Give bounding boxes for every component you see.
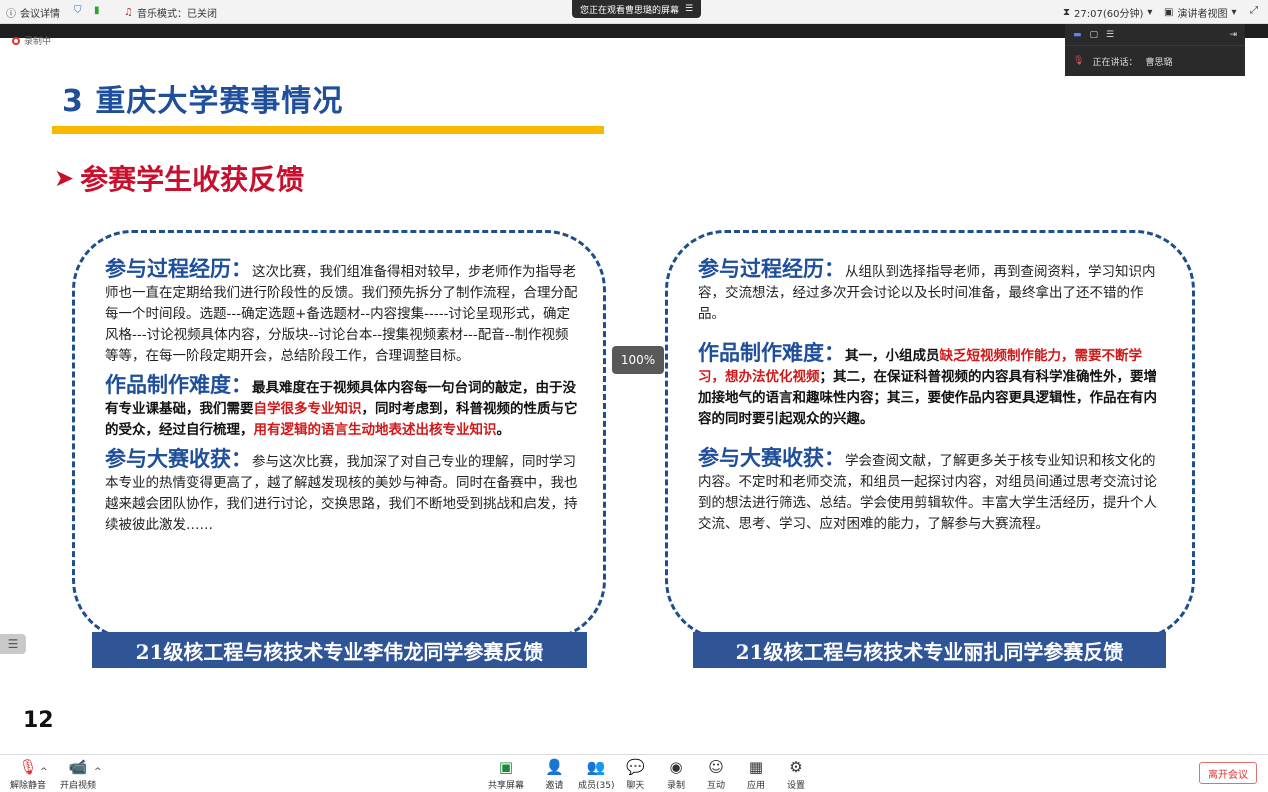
menu-icon: ☰ [685,4,694,14]
timer-label: 27:07(60分钟) [1074,9,1144,20]
left-difficulty-highlight-2: 用有逻辑的语言生动地表述出核专业知识 [253,422,497,438]
mic-off-icon: 🎙 [18,758,38,776]
video-label: 开启视频 [60,781,97,791]
share-screen-button[interactable]: ▣ 共享屏幕 [488,758,525,792]
left-feedback-card: 参与过程经历：这次比赛，我们组准备得相对较早，步老师作为指导老师也一直在定期给我… [72,230,606,640]
interact-button[interactable]: ☺ 互动 [707,758,726,792]
chevron-down-icon: ▾ [1231,7,1237,18]
slide-subtitle: ➤ 参赛学生收获反馈 [54,158,304,198]
slide-title: 3 重庆大学赛事情况 [62,84,344,119]
settings-button[interactable]: ⚙ 设置 [787,758,806,792]
apps-label: 应用 [747,781,766,791]
left-difficulty-text-c: 。 [496,422,511,438]
speaker-panel-toolbar: ▬ ▢ ☰ ⇥ [1065,24,1245,46]
record-label: 录制 [667,781,686,791]
music-mode-indicator[interactable]: ♫ 音乐模式：已关闭 [124,5,217,20]
chat-label: 聊天 [626,781,645,791]
mic-icon: 🎙 [1073,56,1085,66]
chevron-up-icon: ^ [40,767,48,777]
invite-button[interactable]: 👤 邀请 [545,758,564,792]
chat-icon: 💬 [626,758,645,776]
right-difficulty-text-a: 其一，小组成员 [845,348,940,364]
list-view-icon[interactable]: ☰ [1106,30,1114,40]
right-feedback-card: 参与过程经历：从组队到选择指导老师，再到查阅资料，学习知识内容，交流想法，经过多… [665,230,1195,640]
recording-label: 录制中 [24,37,52,47]
minimize-icon[interactable]: ▬ [1073,30,1082,40]
view-mode-label: 演讲者视图 [1177,9,1228,20]
meeting-info-label: 会议详情 [20,9,60,20]
left-process-heading: 参与过程经历： [105,257,252,281]
right-gain-heading: 参与大赛收获： [698,446,845,470]
speaker-row: 🎙 正在讲话： 曹思璐 [1065,46,1245,76]
leave-meeting-button[interactable]: 离开会议 [1199,762,1257,784]
video-options-chevron[interactable]: ^ [94,767,102,777]
left-difficulty-highlight-1: 自学很多专业知识 [253,401,362,417]
viewing-banner-text: 您正在观看曹思璐的屏幕 [580,5,680,16]
video-button[interactable]: 📹 开启视频 [60,758,97,792]
left-caption: 21级核工程与核技术专业李伟龙同学参赛反馈 [92,632,587,668]
members-button[interactable]: 👥 成员(35) [578,758,615,792]
subtitle-text: 参赛学生收获反馈 [80,163,305,196]
interact-label: 互动 [707,781,726,791]
left-gain-heading: 参与大赛收获： [105,447,252,471]
meeting-timer[interactable]: ⧗ 27:07(60分钟) ▾ [1063,5,1152,20]
zoom-level-badge: 100% [612,346,664,374]
recording-indicator: 录制中 [12,34,51,47]
music-icon: ♫ [124,7,133,18]
list-icon: ☰ [7,637,19,651]
fullscreen-icon[interactable]: ⤢ [1250,5,1258,16]
record-dot-icon [12,36,20,45]
left-gain-section: 参与大赛收获：参与这次比赛，我加深了对自己专业的理解，同时学习本专业的热情变得更… [105,449,579,536]
slide-page-number: 12 [23,708,54,733]
meeting-info-button[interactable]: ⓘ 会议详情 [6,5,60,20]
slide-list-button[interactable]: ☰ [0,634,26,654]
chat-button[interactable]: 💬 聊天 [626,758,645,792]
right-caption: 21级核工程与核技术专业丽扎同学参赛反馈 [693,632,1166,668]
add-user-icon: 👤 [545,758,564,776]
view-icon: ▣ [1164,7,1174,18]
apps-grid-icon: ▦ [748,758,764,776]
viewing-banner[interactable]: 您正在观看曹思璐的屏幕 ☰ [572,0,702,18]
share-screen-icon: ▣ [498,758,514,776]
right-difficulty-heading: 作品制作难度： [698,341,845,365]
info-icon: ⓘ [6,9,16,20]
left-difficulty-section: 作品制作难度：最具难度在于视频具体内容每一句台词的敲定，由于没有专业课基础，我们… [105,375,579,441]
members-icon: 👥 [586,758,606,776]
signal-icon[interactable]: ▮ [94,5,100,16]
window-icon[interactable]: ▢ [1090,30,1099,40]
right-gain-section: 参与大赛收获：学会查阅文献，了解更多关于核专业知识和核文化的内容。不定时和老师交… [698,448,1168,535]
right-process-heading: 参与过程经历： [698,257,845,281]
speaker-panel: ▬ ▢ ☰ ⇥ 🎙 正在讲话： 曹思璐 [1065,24,1245,76]
video-off-icon: 📹 [68,758,88,776]
gear-icon: ⚙ [789,758,803,776]
speaking-label: 正在讲话： [1092,57,1138,68]
arrow-bullet-icon: ➤ [54,164,75,192]
record-button[interactable]: ◉ 录制 [667,758,686,792]
bottom-toolbar: 🎙 解除静音 ^ 📹 开启视频 ^ ▣ 共享屏幕 👤 邀请 👥 成员(35) 💬… [0,754,1268,792]
left-process-section: 参与过程经历：这次比赛，我们组准备得相对较早，步老师作为指导老师也一直在定期给我… [105,259,579,367]
security-shield-icon[interactable]: ⛉ [74,5,82,16]
right-difficulty-section: 作品制作难度：其一，小组成员缺乏短视频制作能力，需要不断学习，想办法优化视频；其… [698,343,1168,430]
shared-slide: 3 重庆大学赛事情况 ➤ 参赛学生收获反馈 参与过程经历：这次比赛，我们组准备得… [0,38,1268,754]
interact-icon: ☺ [708,758,724,776]
view-mode-dropdown[interactable]: ▣ 演讲者视图 ▾ [1164,5,1236,20]
collapse-panel-icon[interactable]: ⇥ [1229,30,1237,40]
right-process-section: 参与过程经历：从组队到选择指导老师，再到查阅资料，学习知识内容，交流想法，经过多… [698,259,1168,325]
title-underline [52,126,604,134]
members-label: 成员(35) [578,781,615,791]
mute-options-chevron[interactable]: ^ [40,767,48,777]
settings-label: 设置 [787,781,806,791]
speaker-name: 曹思璐 [1145,57,1173,68]
mute-label: 解除静音 [10,781,47,791]
left-difficulty-heading: 作品制作难度： [105,373,252,397]
apps-button[interactable]: ▦ 应用 [747,758,766,792]
invite-label: 邀请 [545,781,564,791]
hourglass-icon: ⧗ [1063,7,1071,18]
chevron-up-icon: ^ [94,767,102,777]
chevron-down-icon: ▾ [1147,7,1153,18]
share-label: 共享屏幕 [488,781,525,791]
music-mode-label: 音乐模式：已关闭 [136,9,217,20]
record-icon: ◉ [669,758,683,776]
